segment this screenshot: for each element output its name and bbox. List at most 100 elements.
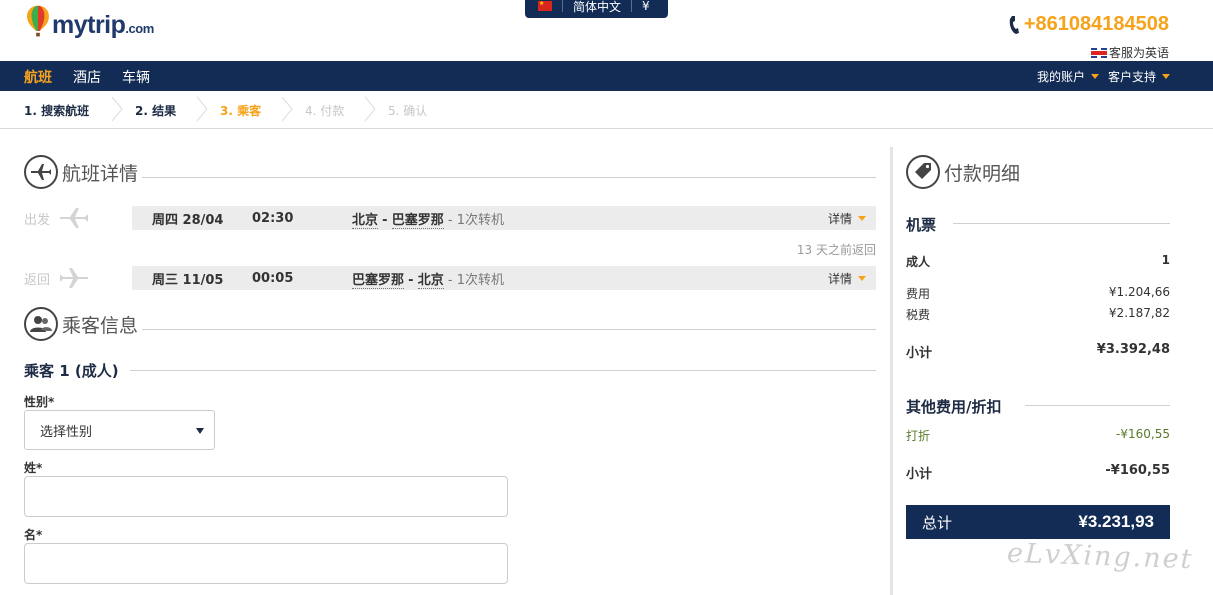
- inbound-time: 00:05: [252, 270, 294, 286]
- my-account-label: 我的账户: [1037, 70, 1086, 84]
- gender-label: 性别*: [24, 395, 55, 409]
- inbound-route: 巴塞罗那 - 北京 - 1次转机: [352, 272, 504, 289]
- price-tag-icon: [906, 155, 940, 189]
- details-label: 详情: [827, 271, 852, 286]
- stops-count: 1次转机: [456, 212, 504, 228]
- row-background: [132, 266, 876, 290]
- locale-switcher[interactable]: 简体中文 ¥: [525, 0, 668, 18]
- origin-city[interactable]: 北京: [352, 212, 379, 229]
- flight-details-title: 航班详情: [62, 162, 139, 185]
- origin-city[interactable]: 巴塞罗那: [352, 272, 405, 289]
- watermark: eLvXing.net: [1006, 537, 1194, 576]
- dropdown-arrow-icon: [196, 428, 204, 434]
- adult-count: 1: [1161, 253, 1170, 267]
- support-language-text: 客服为英语: [1108, 46, 1169, 60]
- total-box: 总计 ¥3.231,93: [906, 505, 1170, 539]
- uk-flag-icon: [1090, 47, 1107, 58]
- outbound-details-toggle[interactable]: 详情: [828, 210, 866, 227]
- step-results[interactable]: 2. 结果: [135, 102, 176, 119]
- divider: [142, 329, 876, 330]
- phone-icon: [1009, 15, 1019, 34]
- divider: [953, 223, 1170, 224]
- china-flag-icon: [538, 0, 552, 11]
- outbound-time: 02:30: [252, 210, 294, 226]
- brand-name: mytrip: [52, 10, 126, 39]
- chevron-right-icon: [364, 96, 376, 122]
- total-value: ¥3.231,93: [1078, 512, 1154, 531]
- nav-item-cars[interactable]: 车辆: [122, 67, 150, 87]
- inbound-date: 周三 11/05: [152, 272, 224, 288]
- return-gap-note: 13 天之前返回: [796, 243, 876, 257]
- details-label: 详情: [827, 211, 852, 226]
- step-confirm: 5. 确认: [388, 104, 428, 118]
- phone-text: +861084184508: [1023, 13, 1169, 35]
- discount-value: -¥160,55: [1116, 427, 1170, 441]
- destination-city[interactable]: 巴塞罗那: [391, 212, 444, 229]
- people-icon: [24, 307, 58, 341]
- language-label[interactable]: 简体中文: [573, 0, 621, 15]
- subtotal-value: ¥3.392,48: [1096, 342, 1170, 357]
- step-payment: 4. 付款: [305, 104, 345, 118]
- booking-progress: 1. 搜索航班 2. 结果 3. 乘客 4. 付款 5. 确认: [0, 91, 1213, 129]
- gender-select[interactable]: 选择性别: [24, 410, 215, 450]
- tax-value: ¥2.187,82: [1108, 306, 1170, 320]
- direction-label: 出发: [24, 212, 51, 228]
- destination-city[interactable]: 北京: [417, 272, 444, 289]
- support-language: 客服为英语: [1090, 44, 1169, 61]
- customer-support-label: 客户支持: [1108, 70, 1157, 84]
- phone-number[interactable]: +861084184508: [1009, 13, 1169, 36]
- subtotal-label: 小计: [906, 346, 933, 361]
- payment-header: 付款明细: [906, 155, 1020, 189]
- my-account-menu[interactable]: 我的账户: [1037, 68, 1100, 85]
- fee-label: 费用: [906, 287, 931, 301]
- subtotal-other-value: -¥160,55: [1105, 463, 1170, 478]
- first-name-field[interactable]: [24, 543, 508, 584]
- step-search[interactable]: 1. 搜索航班: [24, 102, 89, 119]
- inbound-details-toggle[interactable]: 详情: [828, 270, 866, 287]
- adult-row: 成人 1: [906, 253, 1170, 270]
- mytrip-logo[interactable]: mytrip.com: [24, 2, 154, 42]
- tax-row: 税费 ¥2.187,82: [906, 306, 1170, 323]
- subtotal-other-label: 小计: [906, 467, 933, 482]
- airplane-icon: [24, 155, 58, 189]
- currency-label[interactable]: ¥: [642, 0, 650, 13]
- outbound-date: 周四 28/04: [152, 212, 224, 228]
- discount-label: 打折: [906, 429, 931, 443]
- passenger-info-title: 乘客信息: [62, 314, 139, 337]
- nav-item-hotels[interactable]: 酒店: [73, 67, 101, 87]
- chevron-right-icon: [111, 96, 123, 122]
- total-label: 总计: [922, 513, 953, 532]
- panel-divider: [890, 147, 893, 595]
- brand-wordmark: mytrip.com: [52, 11, 154, 40]
- last-name-label: 姓*: [24, 461, 43, 475]
- last-name-field[interactable]: [24, 476, 508, 517]
- site-header: mytrip.com 简体中文 ¥ +861084184508 客服为英语: [0, 0, 1213, 61]
- first-name-label: 名*: [24, 528, 43, 542]
- gender-select-value: 选择性别: [40, 424, 93, 440]
- subtotal-other-row: 小计 -¥160,55: [906, 463, 1170, 482]
- flight-details-header: 航班详情: [24, 155, 138, 189]
- caret-down-icon: [858, 275, 866, 281]
- other-fees-heading: 其他费用/折扣: [906, 398, 1002, 416]
- subtotal-row: 小计 ¥3.392,48: [906, 342, 1170, 361]
- chevron-right-icon: [196, 96, 208, 122]
- fee-row: 费用 ¥1.204,66: [906, 285, 1170, 302]
- tax-label: 税费: [906, 308, 931, 322]
- caret-down-icon: [858, 215, 866, 221]
- brand-suffix: .com: [125, 20, 154, 36]
- divider: [142, 177, 876, 178]
- outbound-flight-row[interactable]: 出发 周四 28/04 02:30 北京 - 巴塞罗那 - 1次转机 详情: [24, 206, 876, 230]
- direction-label: 返回: [24, 272, 51, 288]
- customer-support-menu[interactable]: 客户支持: [1108, 68, 1171, 85]
- stops-count: 1次转机: [456, 272, 504, 288]
- ticket-heading: 机票: [906, 216, 937, 234]
- adult-label: 成人: [906, 255, 931, 269]
- departure-plane-icon: [60, 208, 88, 228]
- caret-down-icon: [1162, 74, 1171, 79]
- step-passengers: 3. 乘客: [220, 104, 262, 118]
- passenger-info-header: 乘客信息: [24, 307, 138, 341]
- inbound-flight-row[interactable]: 返回 周三 11/05 00:05 巴塞罗那 - 北京 - 1次转机 详情: [24, 266, 876, 290]
- nav-item-flights[interactable]: 航班: [24, 67, 52, 87]
- main-nav: 航班 酒店 车辆 我的账户 客户支持: [0, 61, 1213, 91]
- balloon-logo-icon: [27, 5, 49, 37]
